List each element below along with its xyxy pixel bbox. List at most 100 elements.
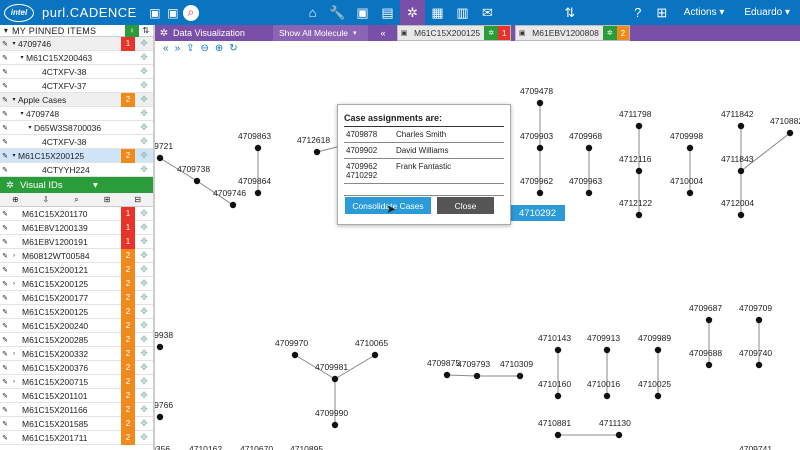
graph-node[interactable] xyxy=(786,129,794,137)
graph-node[interactable] xyxy=(635,211,643,219)
chevron-down-icon[interactable]: ▾ xyxy=(93,180,153,191)
visual-id-item[interactable]: ✎ › M60812WT00584 2 ✥ xyxy=(0,248,153,263)
pin-icon[interactable]: ✎ xyxy=(0,406,10,414)
pin-icon[interactable]: ✎ xyxy=(0,336,10,344)
move-handle-icon[interactable]: ✥ xyxy=(135,376,153,387)
graph-node[interactable] xyxy=(254,189,262,197)
graph-node[interactable] xyxy=(254,144,262,152)
pin-icon[interactable]: ✎ xyxy=(0,68,10,76)
pinned-item[interactable]: ✎ ▾ M61C15X200125 2 ✥ xyxy=(0,148,153,163)
visual-id-item[interactable]: ✎ › M61C15X200125 2 ✥ xyxy=(0,276,153,291)
graph-node[interactable] xyxy=(156,343,164,351)
move-handle-icon[interactable]: ✥ xyxy=(135,222,153,233)
pin-icon[interactable]: ✎ xyxy=(0,350,10,358)
user-menu[interactable]: Eduardo ▾ xyxy=(744,7,790,18)
move-handle-icon[interactable]: ✥ xyxy=(135,108,153,119)
graph-node[interactable] xyxy=(635,122,643,130)
visual-id-item[interactable]: ✎ M61E8V1200191 1 ✥ xyxy=(0,234,153,249)
graph-node[interactable] xyxy=(615,431,623,439)
visual-id-item[interactable]: ✎ M61C15X200240 2 ✥ xyxy=(0,318,153,333)
graph-node[interactable] xyxy=(654,392,662,400)
download-icon[interactable]: ⇩ xyxy=(31,195,62,204)
collapse-chevron-icon[interactable]: « xyxy=(373,28,393,38)
move-handle-icon[interactable]: ✥ xyxy=(135,52,153,63)
pinned-item[interactable]: ✎ 4CTXFV-38 ✥ xyxy=(0,65,153,79)
graph-node[interactable] xyxy=(755,316,763,324)
graph-node[interactable] xyxy=(156,154,164,162)
pin-icon[interactable]: ✎ xyxy=(0,124,10,132)
graph-node[interactable] xyxy=(536,99,544,107)
expand-caret-icon[interactable]: ▾ xyxy=(10,40,18,47)
expand-caret-icon[interactable]: ▾ xyxy=(18,54,26,61)
move-handle-icon[interactable]: ✥ xyxy=(135,38,153,49)
pin-icon[interactable]: ✎ xyxy=(0,280,10,288)
pin-icon[interactable]: ✎ xyxy=(0,308,10,316)
pin-icon[interactable]: ✎ xyxy=(0,138,10,146)
graph-node[interactable] xyxy=(554,431,562,439)
sync-icon[interactable]: ⇅ xyxy=(558,5,582,21)
move-handle-icon[interactable]: ✥ xyxy=(135,306,153,317)
expand-caret-icon[interactable]: › xyxy=(10,379,18,385)
pin-icon[interactable]: ✎ xyxy=(0,322,10,330)
visual-id-item[interactable]: ✎ M61C15X201711 2 ✥ xyxy=(0,430,153,445)
graph-node[interactable] xyxy=(705,316,713,324)
clipboard-icon[interactable]: ▤ xyxy=(375,0,400,25)
graph-svg[interactable]: 4709721 4709738 4709746 4709863 4709864 47126… xyxy=(155,41,800,450)
visual-id-item[interactable]: ✎ M61C15X201170 1 ✥ xyxy=(0,206,153,221)
visual-id-item[interactable]: ✎ M61C15X200285 2 ✥ xyxy=(0,332,153,347)
pin-icon[interactable]: ✎ xyxy=(0,364,10,372)
move-handle-icon[interactable]: ✥ xyxy=(135,164,153,175)
search-icon[interactable]: ⌕ xyxy=(61,195,92,205)
move-handle-icon[interactable]: ✥ xyxy=(135,404,153,415)
graph-node[interactable] xyxy=(585,144,593,152)
graph-node[interactable] xyxy=(686,189,694,197)
visual-id-item[interactable]: ✎ M61C15X200125 2 ✥ xyxy=(0,304,153,319)
pin-icon[interactable]: ✎ xyxy=(0,166,10,174)
visual-id-item[interactable]: ✎ M61C15X200376 2 ✥ xyxy=(0,360,153,375)
graph-node[interactable] xyxy=(554,392,562,400)
notes-icon[interactable]: ▥ xyxy=(450,0,475,25)
graph-node[interactable] xyxy=(516,372,524,380)
visual-id-item[interactable]: ✎ M61C15X200121 2 ✥ xyxy=(0,262,153,277)
visual-id-item[interactable]: ✎ › M61C15X200332 2 ✥ xyxy=(0,346,153,361)
graph-node[interactable] xyxy=(603,346,611,354)
graph-node[interactable] xyxy=(536,144,544,152)
move-handle-icon[interactable]: ✥ xyxy=(135,208,153,219)
pinned-item[interactable]: ✎ ▾ 4709748 ✥ xyxy=(0,107,153,121)
move-handle-icon[interactable]: ✥ xyxy=(135,264,153,275)
move-handle-icon[interactable]: ✥ xyxy=(135,122,153,133)
search-icon[interactable]: ⌕ xyxy=(182,4,199,21)
expand-caret-icon[interactable]: ▾ xyxy=(18,110,26,117)
pinned-item[interactable]: ✎ ▾ M61C15X200463 ✥ xyxy=(0,51,153,65)
move-handle-icon[interactable]: ✥ xyxy=(135,432,153,443)
graph-node[interactable] xyxy=(371,351,379,359)
visual-id-item[interactable]: ✎ M61C15X201101 2 ✥ xyxy=(0,388,153,403)
graph-node[interactable] xyxy=(443,371,451,379)
document-icon[interactable]: ▦ xyxy=(425,0,450,25)
pin-icon[interactable]: ✎ xyxy=(0,82,10,90)
graph-node[interactable] xyxy=(635,167,643,175)
pin-icon[interactable]: ✎ xyxy=(0,378,10,386)
move-handle-icon[interactable]: ✥ xyxy=(135,236,153,247)
visual-id-tab[interactable]: ▣ M61EBV1200808 ✲ 2 xyxy=(515,25,630,41)
visual-id-item[interactable]: ✎ › M61C15X200715 2 ✥ xyxy=(0,374,153,389)
graph-node[interactable] xyxy=(686,144,694,152)
graph-node[interactable] xyxy=(473,372,481,380)
apps-grid-icon[interactable]: ⊞ xyxy=(650,5,674,21)
graph-node[interactable] xyxy=(229,201,237,209)
home-icon[interactable]: ⌂ xyxy=(300,0,325,25)
collapse-icon[interactable]: ▾ xyxy=(0,26,12,35)
move-handle-icon[interactable]: ✥ xyxy=(135,292,153,303)
visual-id-item[interactable]: ✎ M61C15X201585 2 ✥ xyxy=(0,416,153,431)
actions-menu[interactable]: Actions ▾ xyxy=(684,7,725,18)
pinned-item[interactable]: ✎ 4CTYYH224 ✥ xyxy=(0,163,153,177)
visual-id-tab[interactable]: ▣ M61C15X200125 ✲ 1 xyxy=(397,25,512,41)
graph-node[interactable] xyxy=(585,189,593,197)
move-handle-icon[interactable]: ✥ xyxy=(135,362,153,373)
graph-node[interactable] xyxy=(536,189,544,197)
pin-icon[interactable]: ✎ xyxy=(0,54,10,62)
move-handle-icon[interactable]: ✥ xyxy=(135,320,153,331)
move-handle-icon[interactable]: ✥ xyxy=(135,80,153,91)
sort-icon[interactable]: ⇅ xyxy=(139,25,153,37)
graph-node[interactable] xyxy=(755,361,763,369)
